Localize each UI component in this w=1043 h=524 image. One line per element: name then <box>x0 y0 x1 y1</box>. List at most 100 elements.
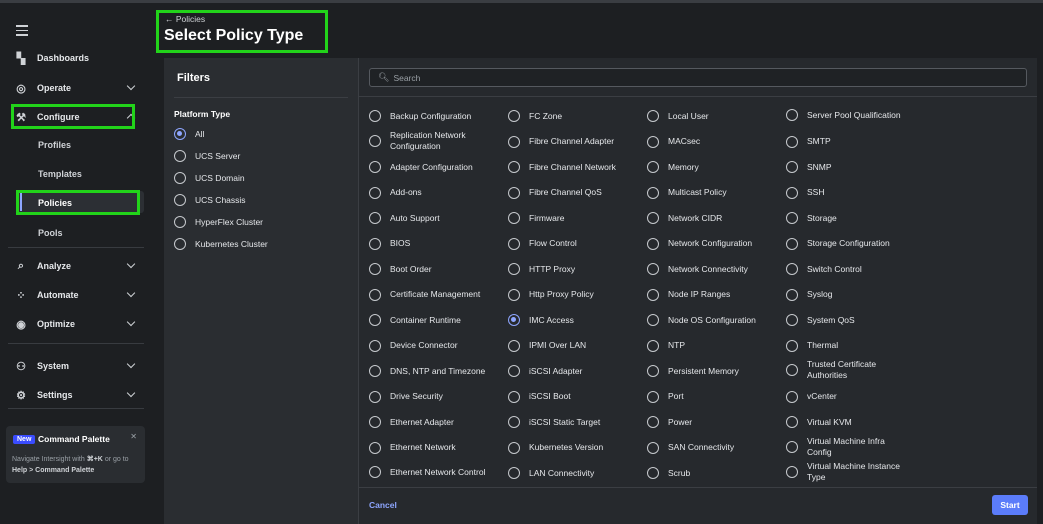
policy-option[interactable]: Http Proxy Policy <box>508 288 640 302</box>
policy-option[interactable]: Scrub <box>647 466 779 480</box>
policy-option[interactable]: Virtual Machine Infra Config <box>786 435 918 459</box>
policy-option[interactable]: Storage Configuration <box>786 237 918 251</box>
radio-button[interactable] <box>174 216 186 228</box>
sidebar-item-optimize[interactable]: ◉ Optimize <box>12 312 138 336</box>
radio-button[interactable] <box>786 390 798 403</box>
radio-button[interactable] <box>647 365 659 377</box>
radio-button[interactable] <box>508 110 520 122</box>
radio-button[interactable] <box>508 212 520 224</box>
radio-button[interactable] <box>647 467 659 479</box>
policy-option[interactable]: Node OS Configuration <box>647 313 779 327</box>
policy-option[interactable]: Replication Network Configuration <box>369 129 501 153</box>
policy-option[interactable]: MACsec <box>647 135 779 149</box>
sidebar-item-settings[interactable]: ⚙ Settings <box>12 383 138 407</box>
policy-option[interactable]: Flow Control <box>508 237 640 251</box>
radio-button[interactable] <box>174 194 186 206</box>
radio-button[interactable] <box>369 390 381 403</box>
sidebar-item-automate[interactable]: ⁘ Automate <box>12 283 138 307</box>
radio-button[interactable] <box>508 263 520 275</box>
policy-option[interactable]: Power <box>647 415 779 429</box>
hamburger-menu-icon[interactable] <box>16 25 28 36</box>
policy-option[interactable]: FC Zone <box>508 109 640 123</box>
command-palette-card[interactable]: New Command Palette ✕ Navigate Intersigh… <box>6 426 145 483</box>
policy-option[interactable]: Multicast Policy <box>647 186 779 200</box>
platform-option[interactable]: HyperFlex Cluster <box>174 215 263 229</box>
radio-button[interactable] <box>786 440 798 453</box>
radio-button[interactable] <box>786 109 798 121</box>
policy-option[interactable]: Kubernetes Version <box>508 441 640 455</box>
policy-option[interactable]: Network Configuration <box>647 237 779 251</box>
platform-option[interactable]: All <box>174 127 204 141</box>
radio-button[interactable] <box>369 365 381 377</box>
policy-option[interactable]: IPMI Over LAN <box>508 339 640 353</box>
radio-button[interactable] <box>508 416 520 428</box>
start-button[interactable]: Start <box>992 495 1028 515</box>
radio-button[interactable] <box>508 288 520 301</box>
radio-button[interactable] <box>786 237 798 250</box>
radio-button[interactable] <box>647 161 659 173</box>
radio-button[interactable] <box>647 390 659 403</box>
radio-button[interactable] <box>369 314 381 326</box>
policy-option[interactable]: Port <box>647 390 779 404</box>
search-box[interactable]: 🔍︎ <box>369 68 1027 87</box>
policy-option[interactable]: Auto Support <box>369 211 501 225</box>
policy-option[interactable]: Container Runtime <box>369 313 501 327</box>
search-input[interactable] <box>393 72 994 83</box>
back-link-policies[interactable]: ← Policies <box>165 14 205 24</box>
radio-button[interactable] <box>369 416 381 428</box>
policy-option[interactable]: Server Pool Qualification <box>786 103 918 127</box>
radio-button[interactable] <box>369 263 381 275</box>
radio-button[interactable] <box>647 416 659 428</box>
radio-button[interactable] <box>647 263 659 275</box>
radio-button[interactable] <box>508 161 520 173</box>
sidebar-subitem-pools[interactable]: Pools <box>38 228 63 238</box>
sidebar-item-system[interactable]: ⚇ System <box>12 354 138 378</box>
radio-button[interactable] <box>508 441 520 454</box>
policy-option[interactable]: IMC Access <box>508 313 640 327</box>
policy-option[interactable]: DNS, NTP and Timezone <box>369 364 501 378</box>
policy-option[interactable]: iSCSI Adapter <box>508 364 640 378</box>
policy-option[interactable]: Add-ons <box>369 186 501 200</box>
radio-button[interactable] <box>508 314 520 326</box>
radio-button[interactable] <box>786 212 798 224</box>
policy-option[interactable]: Ethernet Network Control <box>369 460 501 484</box>
radio-button[interactable] <box>647 110 659 122</box>
radio-button[interactable] <box>786 186 798 199</box>
policy-option[interactable]: Persistent Memory <box>647 364 779 378</box>
policy-option[interactable]: Switch Control <box>786 262 918 276</box>
policy-option[interactable]: Syslog <box>786 288 918 302</box>
policy-option[interactable]: System QoS <box>786 313 918 327</box>
radio-button[interactable] <box>647 186 659 199</box>
radio-button[interactable] <box>174 238 186 250</box>
radio-button[interactable] <box>508 237 520 250</box>
radio-button[interactable] <box>786 314 798 326</box>
policy-option[interactable]: Fibre Channel Network <box>508 160 640 174</box>
policy-option[interactable]: Virtual Machine Instance Type <box>786 460 918 484</box>
radio-button[interactable] <box>369 466 381 478</box>
radio-button[interactable] <box>369 161 381 173</box>
radio-button[interactable] <box>647 135 659 148</box>
radio-button[interactable] <box>369 110 381 122</box>
policy-option[interactable]: Fibre Channel Adapter <box>508 135 640 149</box>
policy-option[interactable]: Network CIDR <box>647 211 779 225</box>
sidebar-subitem-profiles[interactable]: Profiles <box>38 140 71 150</box>
radio-button[interactable] <box>369 134 381 147</box>
radio-button[interactable] <box>786 416 798 428</box>
radio-button[interactable] <box>786 263 798 275</box>
radio-button[interactable] <box>369 212 381 224</box>
platform-option[interactable]: UCS Chassis <box>174 193 246 207</box>
policy-option[interactable]: LAN Connectivity <box>508 466 640 480</box>
policy-option[interactable]: SNMP <box>786 160 918 174</box>
radio-button[interactable] <box>647 212 659 224</box>
policy-option[interactable]: NTP <box>647 339 779 353</box>
policy-option[interactable]: Trusted Certificate Authorities <box>786 358 918 382</box>
policy-option[interactable]: Thermal <box>786 339 918 353</box>
radio-button[interactable] <box>786 339 798 352</box>
policy-option[interactable]: Adapter Configuration <box>369 160 501 174</box>
policy-option[interactable]: Boot Order <box>369 262 501 276</box>
policy-option[interactable]: iSCSI Static Target <box>508 415 640 429</box>
radio-button[interactable] <box>508 135 520 148</box>
policy-option[interactable]: vCenter <box>786 390 918 404</box>
cancel-button[interactable]: Cancel <box>369 500 397 510</box>
radio-button[interactable] <box>647 237 659 250</box>
